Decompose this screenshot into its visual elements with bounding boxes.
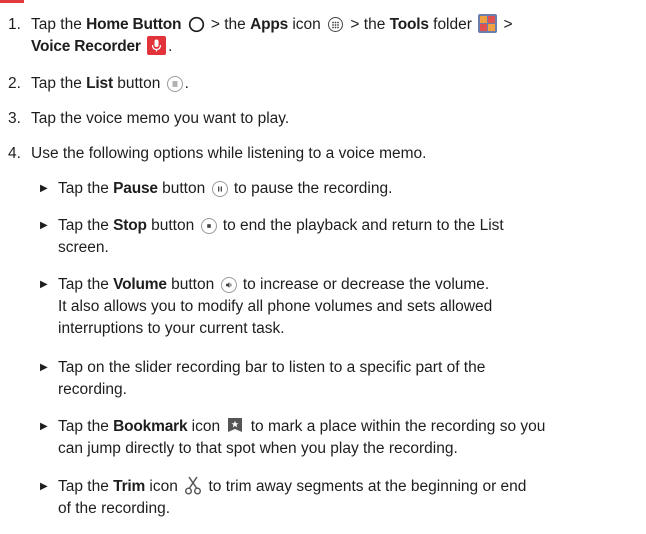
- apps-icon: [328, 17, 344, 32]
- bullet-marker: ▶: [40, 421, 48, 432]
- top-accent-bar: [0, 0, 24, 3]
- tools-folder-icon: [478, 14, 498, 33]
- step-number: 3.: [8, 110, 21, 127]
- volume-label: Volume: [113, 276, 167, 293]
- step-1: 1. Tap the Home Button > the Apps icon >…: [8, 14, 513, 55]
- home-button-label: Home Button: [86, 16, 182, 33]
- bullet-marker: ▶: [40, 481, 48, 492]
- bullet-stop: ▶ Tap the Stop button to end the playbac…: [40, 217, 504, 256]
- list-button-icon: [166, 76, 183, 92]
- voice-recorder-label: Voice Recorder: [31, 38, 141, 55]
- step-number: 2.: [8, 75, 21, 92]
- bullet-marker: ▶: [40, 279, 48, 290]
- step-number: 4.: [8, 145, 21, 162]
- apps-label: Apps: [250, 16, 289, 33]
- stop-button-icon: [200, 218, 217, 234]
- bullet-volume: ▶ Tap the Volume button to increase or d…: [40, 276, 493, 337]
- bullet-marker: ▶: [40, 362, 48, 373]
- pause-label: Pause: [113, 180, 158, 197]
- bullet-pause: ▶ Tap the Pause button to pause the reco…: [40, 178, 630, 200]
- voice-recorder-icon: [147, 36, 167, 55]
- trim-label: Trim: [113, 478, 146, 495]
- list-label: List: [86, 75, 113, 92]
- bookmark-icon: [228, 418, 243, 432]
- pause-button-icon: [211, 181, 228, 197]
- stop-label: Stop: [113, 217, 147, 234]
- bookmark-label: Bookmark: [113, 418, 188, 435]
- bullet-marker: ▶: [40, 220, 48, 231]
- tools-label: Tools: [389, 16, 429, 33]
- step-number: 1.: [8, 16, 21, 33]
- home-button-icon: [188, 16, 204, 33]
- step-4: 4. Use the following options while liste…: [8, 143, 636, 165]
- bullet-trim: ▶ Tap the Trim icon to trim away segment…: [40, 476, 527, 517]
- step-2: 2. Tap the List button .: [8, 73, 636, 95]
- step-3: 3. Tap the voice memo you want to play.: [8, 108, 636, 130]
- trim-icon: [185, 476, 202, 495]
- volume-button-icon: [220, 277, 237, 293]
- bullet-bookmark: ▶ Tap the Bookmark icon to mark a place …: [40, 418, 546, 457]
- bullet-marker: ▶: [40, 183, 48, 194]
- bullet-slider: ▶ Tap on the slider recording bar to lis…: [40, 359, 486, 398]
